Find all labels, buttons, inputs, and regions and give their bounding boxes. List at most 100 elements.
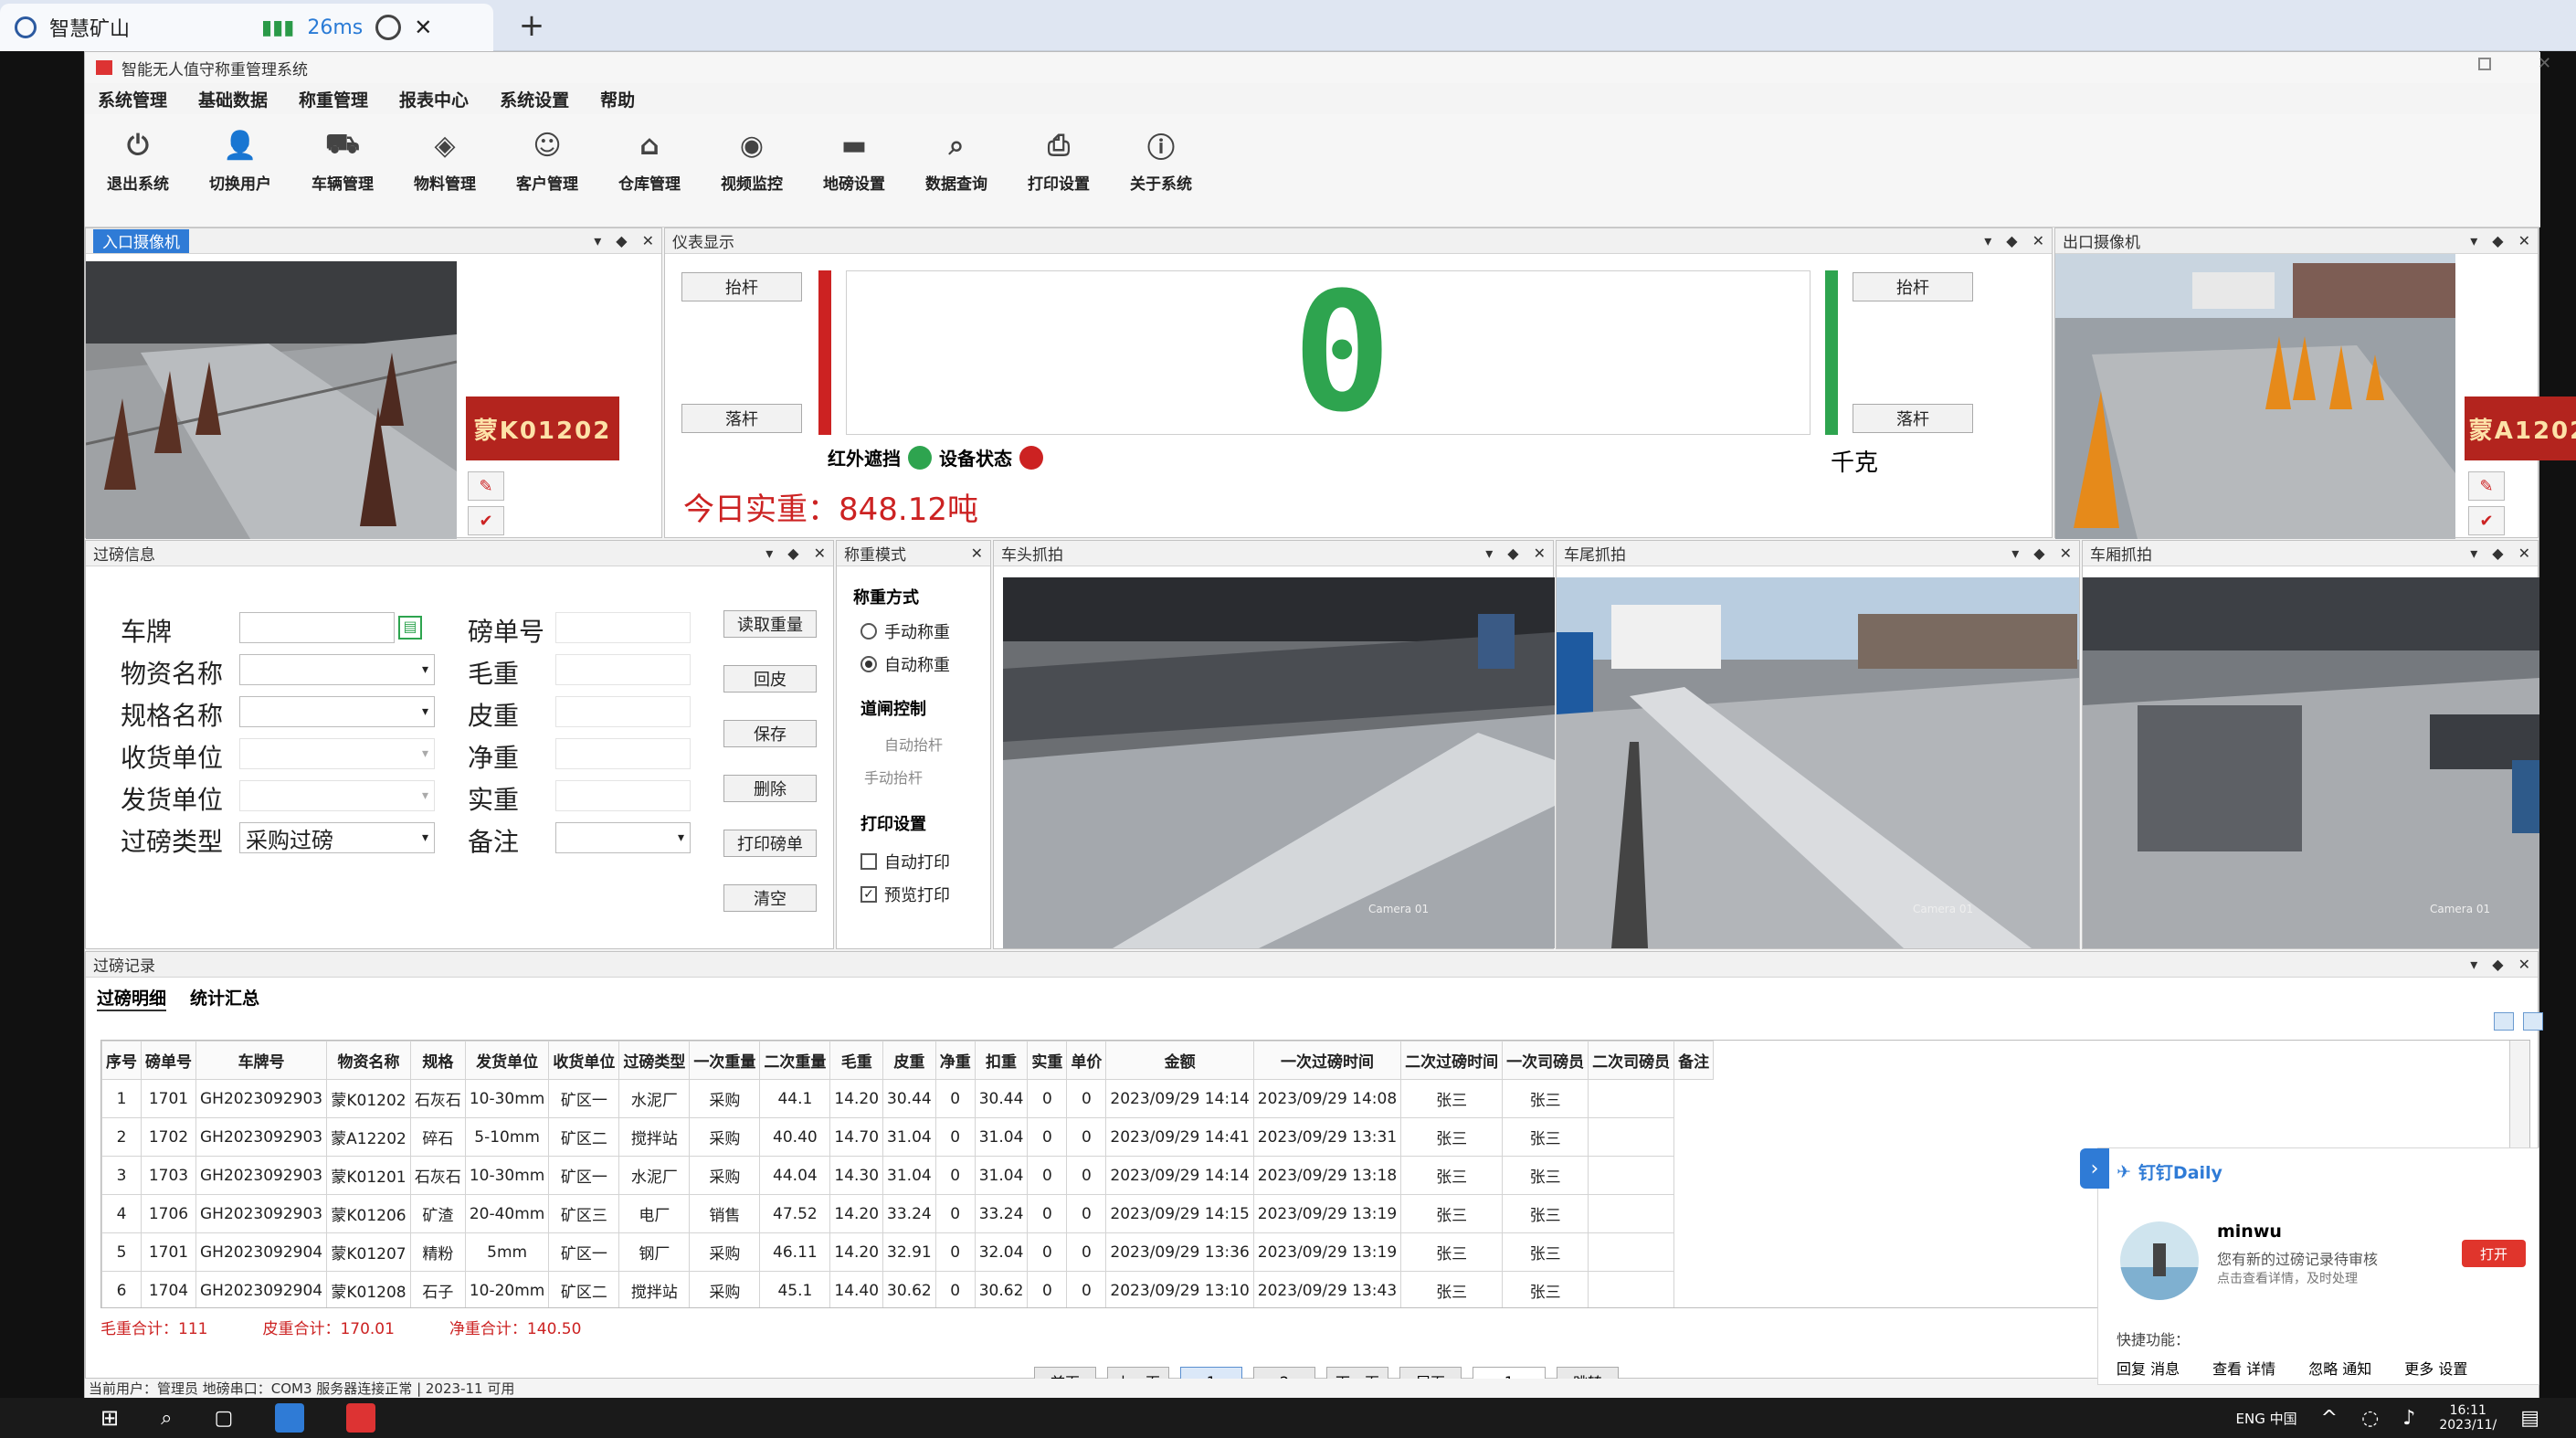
dock-icon[interactable]: ◆ (787, 545, 798, 562)
auto-print-checkbox[interactable]: 自动打印 (860, 850, 950, 873)
menu-item-5[interactable]: 帮助 (600, 87, 635, 111)
column-header[interactable]: 备注 (1673, 1041, 1715, 1080)
tray-clock[interactable]: 16:11 2023/11/ (2439, 1403, 2497, 1433)
manual-radio[interactable]: 手动称重 (860, 619, 950, 643)
menu-item-4[interactable]: 系统设置 (500, 87, 569, 111)
new-tab-button[interactable]: + (512, 5, 552, 46)
read-weight-button[interactable]: 读取重量 (723, 610, 817, 638)
lower-barrier-left-button[interactable]: 落杆 (681, 404, 802, 433)
auto-barrier-option[interactable]: 自动抬杆 (884, 733, 943, 755)
dock-icon[interactable]: ◆ (2492, 232, 2503, 249)
column-header[interactable]: 二次重量 (759, 1041, 831, 1080)
pinned-app-red-icon[interactable] (346, 1403, 376, 1433)
notify-action-1[interactable]: 查看 详情 (2212, 1357, 2275, 1379)
notify-action-3[interactable]: 更多 设置 (2404, 1357, 2467, 1379)
column-header[interactable]: 一次过磅时间 (1252, 1041, 1402, 1080)
plate-lookup-icon[interactable]: ▤ (398, 616, 422, 640)
pin-icon[interactable]: ▾ (594, 232, 601, 249)
column-header[interactable]: 一次重量 (689, 1041, 761, 1080)
column-header[interactable]: 扣重 (974, 1041, 1029, 1080)
toolbar-button-1[interactable]: 👤 切换用户 (198, 127, 282, 195)
lower-barrier-right-button[interactable]: 落杆 (1853, 404, 1973, 433)
toolbar-button-5[interactable]: ⌂ 仓库管理 (607, 127, 692, 195)
tare-back-button[interactable]: 回皮 (723, 665, 817, 693)
raise-barrier-right-button[interactable]: 抬杆 (1853, 272, 1973, 301)
column-header[interactable]: 二次司磅员 (1588, 1041, 1675, 1080)
toolbar-button-2[interactable]: ⛟ 车辆管理 (301, 127, 385, 195)
close-icon[interactable]: ✕ (2032, 232, 2044, 249)
dock-icon[interactable]: ◆ (2033, 545, 2044, 562)
manual-barrier-option[interactable]: 手动抬杆 (864, 766, 923, 788)
close-icon[interactable]: ✕ (2518, 232, 2530, 249)
menu-item-1[interactable]: 基础数据 (198, 87, 268, 111)
notify-action-0[interactable]: 回复 消息 (2117, 1357, 2180, 1379)
column-header[interactable]: 实重 (1027, 1041, 1068, 1080)
column-header[interactable]: 净重 (934, 1041, 976, 1080)
tab-detail[interactable]: 过磅明细 (97, 985, 167, 1011)
tray-lang[interactable]: ENG 中国 (2236, 1409, 2297, 1428)
toolbar-button-6[interactable]: ◉ 视频监控 (710, 127, 794, 195)
toolbar-button-7[interactable]: ▬ 地磅设置 (812, 127, 896, 195)
toolbar-button-3[interactable]: ◈ 物料管理 (403, 127, 487, 195)
pin-icon[interactable]: ▾ (2470, 956, 2477, 973)
column-header[interactable]: 过磅类型 (618, 1041, 691, 1080)
table-row[interactable]: 6 1704 GH2023092904 蒙K01208 石子 10-20mm 矿区二 搅拌站采… (101, 1271, 1714, 1307)
tare-input[interactable] (555, 696, 691, 727)
confirm-icon[interactable]: ✔ (2468, 506, 2505, 535)
column-header[interactable]: 皮重 (882, 1041, 936, 1080)
save-button[interactable]: 保存 (723, 720, 817, 747)
close-icon[interactable]: ✕ (2518, 956, 2530, 973)
net-input[interactable] (555, 738, 691, 769)
close-icon[interactable]: ✕ (971, 545, 983, 562)
notify-open-button[interactable]: 打开 (2462, 1240, 2526, 1267)
notification-center-icon[interactable]: ▤ (2520, 1407, 2539, 1430)
column-header[interactable]: 物资名称 (326, 1041, 411, 1080)
dock-icon[interactable]: ◆ (616, 232, 627, 249)
toolbar-button-4[interactable]: ☺ 客户管理 (505, 127, 589, 195)
task-view-icon[interactable]: ▢ (214, 1407, 233, 1430)
dock-icon[interactable]: ◆ (2006, 232, 2017, 249)
pin-icon[interactable]: ▾ (765, 545, 773, 562)
auto-radio[interactable]: 自动称重 (860, 652, 950, 676)
column-header[interactable]: 发货单位 (464, 1041, 550, 1080)
column-header[interactable]: 收货单位 (548, 1041, 620, 1080)
close-icon[interactable]: ✕ (2060, 545, 2072, 562)
close-icon[interactable]: ✕ (814, 545, 826, 562)
search-icon[interactable]: ⌕ (161, 1407, 172, 1430)
network-icon[interactable]: ◌ (2361, 1407, 2379, 1430)
plate-input[interactable] (239, 612, 395, 643)
menu-item-3[interactable]: 报表中心 (399, 87, 469, 111)
column-header[interactable]: 一次司磅员 (1502, 1041, 1589, 1080)
close-icon[interactable]: ✕ (2518, 545, 2530, 562)
table-row[interactable]: 2 1702 GH2023092903 蒙A12202 碎石 5-10mm 矿区二 搅拌站 采购… (101, 1117, 1714, 1157)
gross-input[interactable] (555, 654, 691, 685)
column-header[interactable]: 规格 (409, 1041, 466, 1080)
confirm-icon[interactable]: ✔ (468, 506, 504, 535)
column-header[interactable]: 单价 (1066, 1041, 1107, 1080)
column-header[interactable]: 毛重 (829, 1041, 884, 1080)
tab-summary[interactable]: 统计汇总 (190, 985, 259, 1011)
spec-select[interactable]: ▾ (239, 696, 435, 727)
capture-icon[interactable]: ✎ (2468, 471, 2505, 501)
table-row[interactable]: 4 1706 GH2023092903 蒙K01206 矿渣 20-40mm 矿区三 电厂 销售… (101, 1194, 1714, 1233)
column-header[interactable]: 二次过磅时间 (1400, 1041, 1504, 1080)
remark-select[interactable]: ▾ (555, 822, 691, 853)
column-header[interactable]: 车牌号 (195, 1041, 328, 1080)
close-icon[interactable]: ✕ (414, 15, 432, 40)
delete-button[interactable]: 删除 (723, 775, 817, 802)
toolbar-button-9[interactable]: ⎙ 打印设置 (1017, 127, 1101, 195)
dock-icon[interactable]: ◆ (2492, 956, 2503, 973)
table-row[interactable]: 1 1701 GH2023092903 蒙K01202 石灰石 10-30mm 矿区一 水泥厂… (101, 1079, 1714, 1118)
column-header[interactable]: 序号 (101, 1041, 142, 1080)
sender-select[interactable]: ▾ (239, 780, 435, 811)
actual-input[interactable] (555, 780, 691, 811)
close-icon[interactable]: ✕ (1534, 545, 1546, 562)
close-icon[interactable]: ✕ (642, 232, 654, 249)
tray-chevron-icon[interactable]: ^ (2321, 1407, 2338, 1430)
column-header[interactable]: 磅单号 (141, 1041, 196, 1080)
raise-barrier-left-button[interactable]: 抬杆 (681, 272, 802, 301)
pin-icon[interactable]: ▾ (2470, 232, 2477, 249)
clear-button[interactable]: 清空 (723, 884, 817, 912)
menu-item-2[interactable]: 称重管理 (299, 87, 368, 111)
browser-tab[interactable]: 智慧矿山 ▮▮▮ 26ms ✕ (0, 4, 493, 51)
